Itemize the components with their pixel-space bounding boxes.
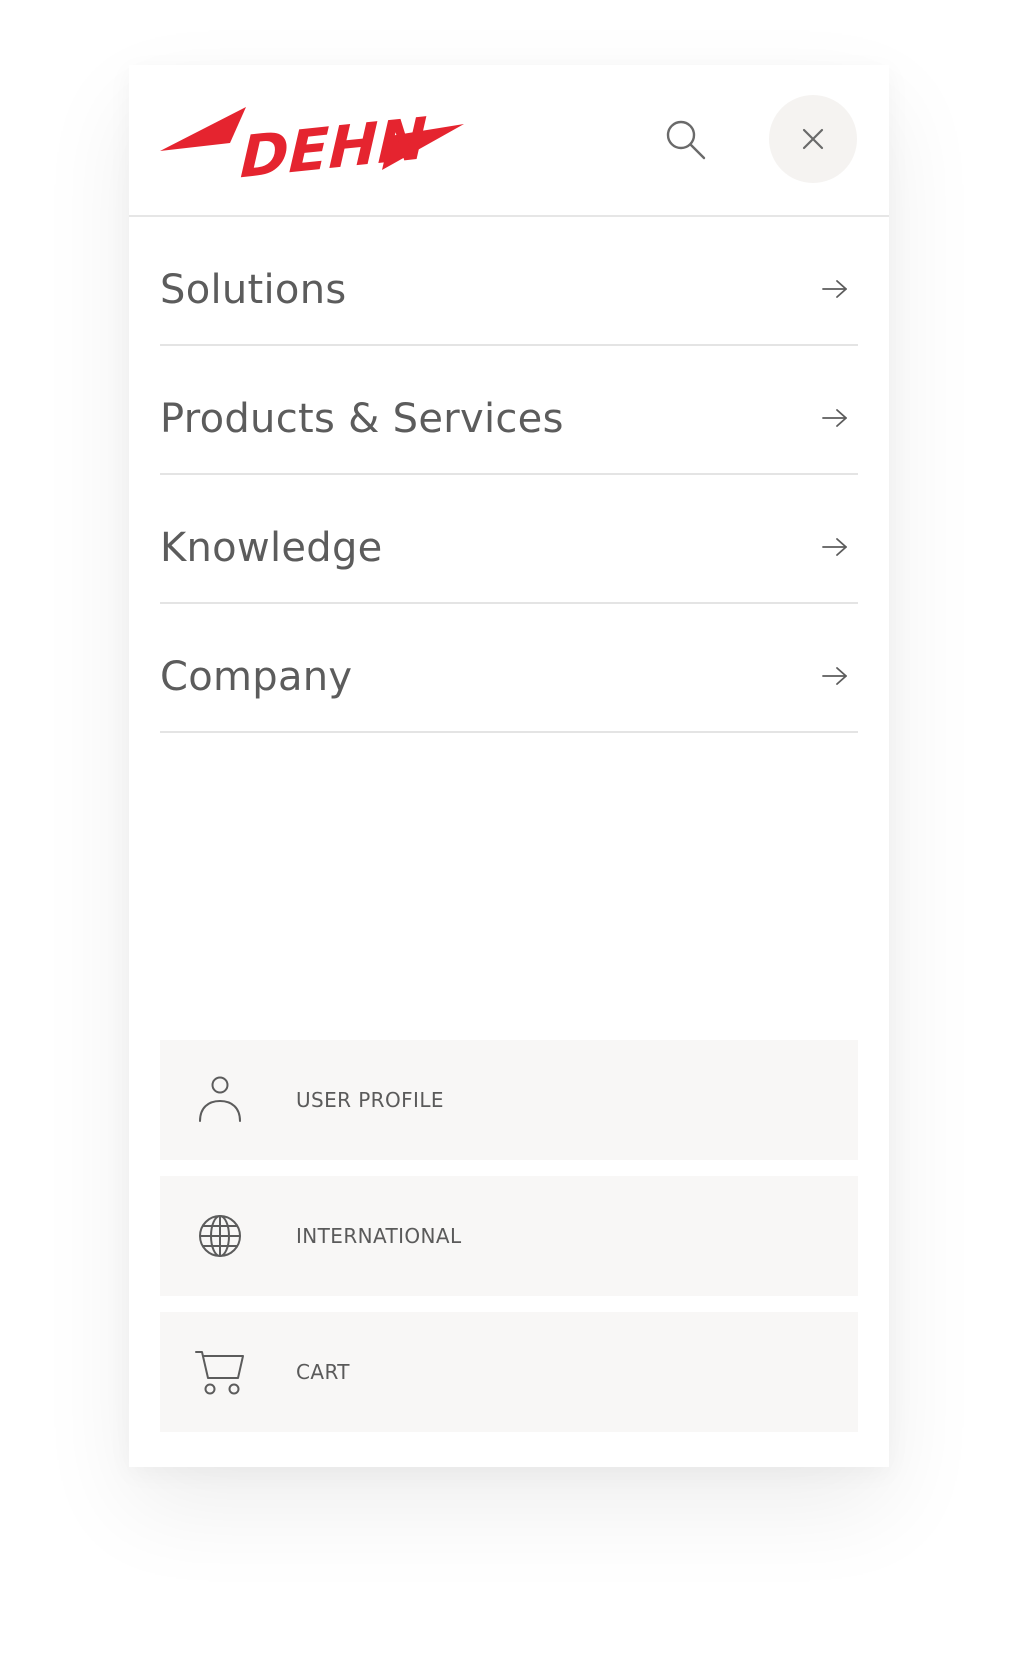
main-nav: Solutions Products & Services Knowledge … (160, 217, 858, 733)
nav-item-knowledge[interactable]: Knowledge (160, 475, 858, 604)
mobile-menu-panel: DEHN Solutions Products & Services Knowl… (129, 65, 889, 1467)
menu-header: DEHN (129, 65, 889, 217)
close-icon (802, 128, 824, 150)
globe-icon (199, 1215, 241, 1257)
nav-item-label: Products & Services (160, 395, 564, 442)
user-profile-button[interactable]: USER PROFILE (160, 1040, 858, 1160)
close-button[interactable] (769, 95, 857, 183)
nav-item-label: Company (160, 653, 353, 700)
nav-item-label: Solutions (160, 266, 347, 313)
nav-item-products-services[interactable]: Products & Services (160, 346, 858, 475)
international-label: INTERNATIONAL (296, 1224, 462, 1248)
cart-button[interactable]: CART (160, 1312, 858, 1432)
cart-icon (195, 1351, 244, 1395)
user-icon (199, 1076, 241, 1122)
search-icon (666, 120, 706, 160)
nav-item-company[interactable]: Company (160, 604, 858, 733)
dehn-logo-graphic: DEHN (160, 105, 464, 191)
dehn-logo-text: DEHN (239, 105, 428, 180)
arrow-right-icon (822, 279, 847, 298)
nav-item-label: Knowledge (160, 524, 383, 571)
arrow-right-icon (822, 408, 847, 427)
arrow-right-icon (822, 666, 847, 685)
arrow-right-icon (822, 537, 847, 556)
dehn-logo[interactable]: DEHN (160, 98, 482, 191)
nav-item-solutions[interactable]: Solutions (160, 217, 858, 346)
search-button[interactable] (661, 115, 711, 165)
international-button[interactable]: INTERNATIONAL (160, 1176, 858, 1296)
user-profile-label: USER PROFILE (296, 1088, 444, 1112)
cart-label: CART (296, 1360, 350, 1384)
